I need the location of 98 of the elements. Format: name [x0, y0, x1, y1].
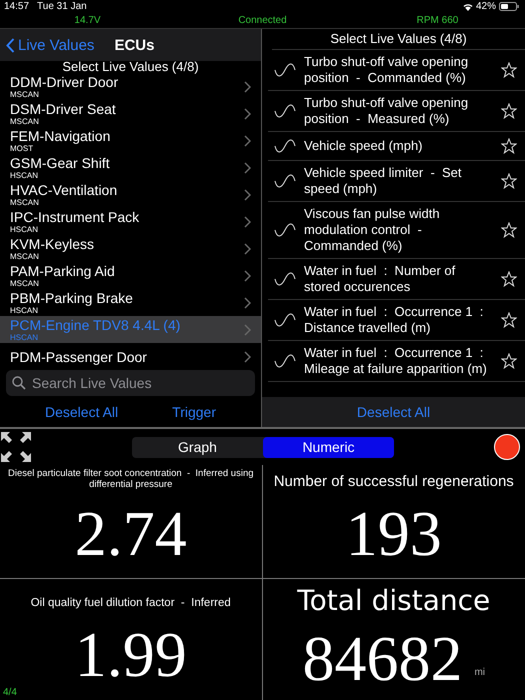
- ecu-name: DSM-Driver Seat: [10, 101, 117, 117]
- value-label: Number of successful regenerations: [274, 473, 514, 490]
- live-value-label: Vehicle speed (mph): [304, 138, 424, 154]
- value-label: Oil quality fuel dilution factor - Inferred: [30, 597, 231, 610]
- chevron-icon: [244, 134, 251, 146]
- ecu-name: GSM-Gear Shift: [10, 155, 111, 171]
- star-icon[interactable]: [501, 138, 517, 154]
- ecu-list-item[interactable]: FEM-Navigation MOST: [0, 127, 261, 154]
- voltage-reading: 14.7V: [73, 15, 102, 26]
- bus-label: HSCAN: [10, 171, 40, 180]
- action-button[interactable]: Deselect All: [43, 402, 120, 422]
- expand-icon[interactable]: [0, 431, 32, 463]
- ecu-name: KVM-Keyless: [10, 236, 96, 252]
- star-icon[interactable]: [501, 222, 517, 238]
- search-icon: [12, 376, 26, 390]
- ecu-list-item[interactable]: PDM-Passenger Door: [0, 343, 261, 370]
- unit-label: mi: [474, 667, 486, 678]
- bus-label: MSCAN: [10, 90, 40, 99]
- star-icon[interactable]: [501, 312, 517, 328]
- clock-time: 14:57: [4, 1, 30, 12]
- live-value-label: Water in fuel : Occurrence 1 : Mileage at failure apparition (m): [304, 345, 488, 377]
- ecu-list-item[interactable]: PAM-Parking Aid MSCAN: [0, 262, 261, 289]
- panel-subtitle: Select Live Values (4/8): [61, 61, 200, 73]
- back-chevron-icon: [6, 38, 15, 52]
- chevron-icon: [244, 242, 251, 254]
- ecu-list-item[interactable]: KVM-Keyless MSCAN: [0, 235, 261, 262]
- value-reading: 2.74: [74, 502, 187, 566]
- ecu-list-item[interactable]: IPC-Instrument Pack HSCAN: [0, 208, 261, 235]
- live-value-item[interactable]: Turbo shut-off valve opening position - Commanded (%): [268, 50, 525, 91]
- chevron-icon: [244, 270, 251, 282]
- deselect-all-button[interactable]: Deselect All: [354, 402, 432, 422]
- action-button[interactable]: Trigger: [170, 402, 218, 422]
- live-value-item[interactable]: Water in fuel : Occurrence 1 : Mileage at failure apparition (m): [268, 341, 525, 382]
- chevron-icon: [244, 324, 251, 336]
- mode-tab[interactable]: Numeric: [263, 436, 394, 458]
- star-icon[interactable]: [501, 173, 517, 189]
- bus-label: MSCAN: [10, 117, 40, 126]
- ecu-name: PAM-Parking Aid: [10, 263, 116, 279]
- live-value-item[interactable]: Turbo shut-off valve opening position - Measured (%): [268, 91, 525, 132]
- bus-label: HSCAN: [10, 225, 40, 234]
- date-text: Tue 31 Jan: [37, 1, 87, 12]
- battery-icon: [499, 2, 519, 11]
- chevron-icon: [244, 216, 251, 228]
- value-label: Total distance: [297, 585, 490, 618]
- value-reading: 193: [346, 502, 442, 566]
- star-icon[interactable]: [501, 62, 517, 78]
- panel-subtitle: Select Live Values (4/8): [272, 29, 525, 50]
- bus-label: MSCAN: [10, 252, 40, 261]
- live-value-label: Viscous fan pulse width modulation control - Commanded (%): [304, 206, 441, 254]
- ecu-name: PCM-Engine TDV8 4.4L (4): [10, 317, 182, 333]
- live-value-item[interactable]: Viscous fan pulse width modulation control - Commanded (%): [268, 202, 525, 259]
- ecu-name: PDM-Passenger Door: [10, 348, 148, 364]
- chevron-icon: [244, 296, 251, 308]
- record-button[interactable]: [494, 434, 520, 460]
- ecu-name: PBM-Parking Brake: [10, 290, 134, 306]
- bus-label: MSCAN: [10, 279, 40, 288]
- connection-status: Connected: [237, 15, 288, 26]
- panel-title: ECUs: [114, 36, 154, 54]
- star-icon[interactable]: [501, 353, 517, 369]
- ecu-name: FEM-Navigation: [10, 128, 112, 144]
- ecu-list-item[interactable]: GSM-Gear Shift HSCAN: [0, 154, 261, 181]
- ecu-name: IPC-Instrument Pack: [10, 209, 140, 225]
- chevron-icon: [244, 108, 251, 120]
- ecu-name: DDM-Driver Door: [10, 74, 120, 90]
- chevron-icon: [244, 350, 251, 362]
- live-value-label: Vehicle speed limiter - Set speed (mph): [304, 165, 463, 197]
- live-value-item[interactable]: Water in fuel : Occurrence 1 : Distance travelled (m): [268, 300, 525, 341]
- rpm-reading: RPM 660: [416, 15, 460, 26]
- ecu-list-item[interactable]: PBM-Parking Brake HSCAN: [0, 289, 261, 316]
- search-field[interactable]: Search Live Values: [6, 370, 255, 396]
- star-icon[interactable]: [501, 103, 517, 119]
- bus-label: MSCAN: [10, 198, 40, 207]
- live-value-item[interactable]: Vehicle speed (mph): [268, 132, 525, 161]
- mode-tab[interactable]: Graph: [132, 436, 263, 458]
- live-value-label: Water in fuel : Occurrence 1 : Distance travelled (m): [304, 304, 484, 336]
- back-button[interactable]: Live Values: [6, 36, 94, 54]
- ecu-list-item[interactable]: HVAC-Ventilation MSCAN: [0, 181, 261, 208]
- bus-label: HSCAN: [10, 333, 40, 342]
- wifi-icon: [462, 2, 473, 10]
- ecu-name: HVAC-Ventilation: [10, 182, 118, 198]
- live-value-item[interactable]: Water in fuel : Number of stored occurences: [268, 259, 525, 300]
- value-reading: 1.99: [74, 623, 187, 688]
- chevron-icon: [244, 80, 251, 92]
- live-value-label: Turbo shut-off valve opening position - Commanded (%): [304, 54, 470, 86]
- star-icon[interactable]: [501, 271, 517, 287]
- live-value-item[interactable]: Vehicle speed limiter - Set speed (mph): [268, 161, 525, 202]
- value-label: Diesel particulate filter soot concentration - Inferred using differential pressure: [6, 469, 255, 491]
- chevron-icon: [244, 162, 251, 174]
- page-indicator: 4/4: [3, 687, 17, 698]
- ecu-list-item[interactable]: DDM-Driver Door MSCAN: [0, 73, 261, 100]
- bus-label: MOST: [10, 144, 34, 153]
- bus-label: HSCAN: [10, 306, 40, 315]
- battery-percent: 42%: [476, 1, 496, 12]
- chevron-icon: [244, 188, 251, 200]
- live-value-label: Water in fuel : Number of stored occurences: [304, 263, 456, 295]
- ecu-list-item[interactable]: DSM-Driver Seat MSCAN: [0, 100, 261, 127]
- value-reading: 84682: [302, 626, 462, 691]
- live-value-label: Turbo shut-off valve opening position - Measured (%): [304, 95, 470, 127]
